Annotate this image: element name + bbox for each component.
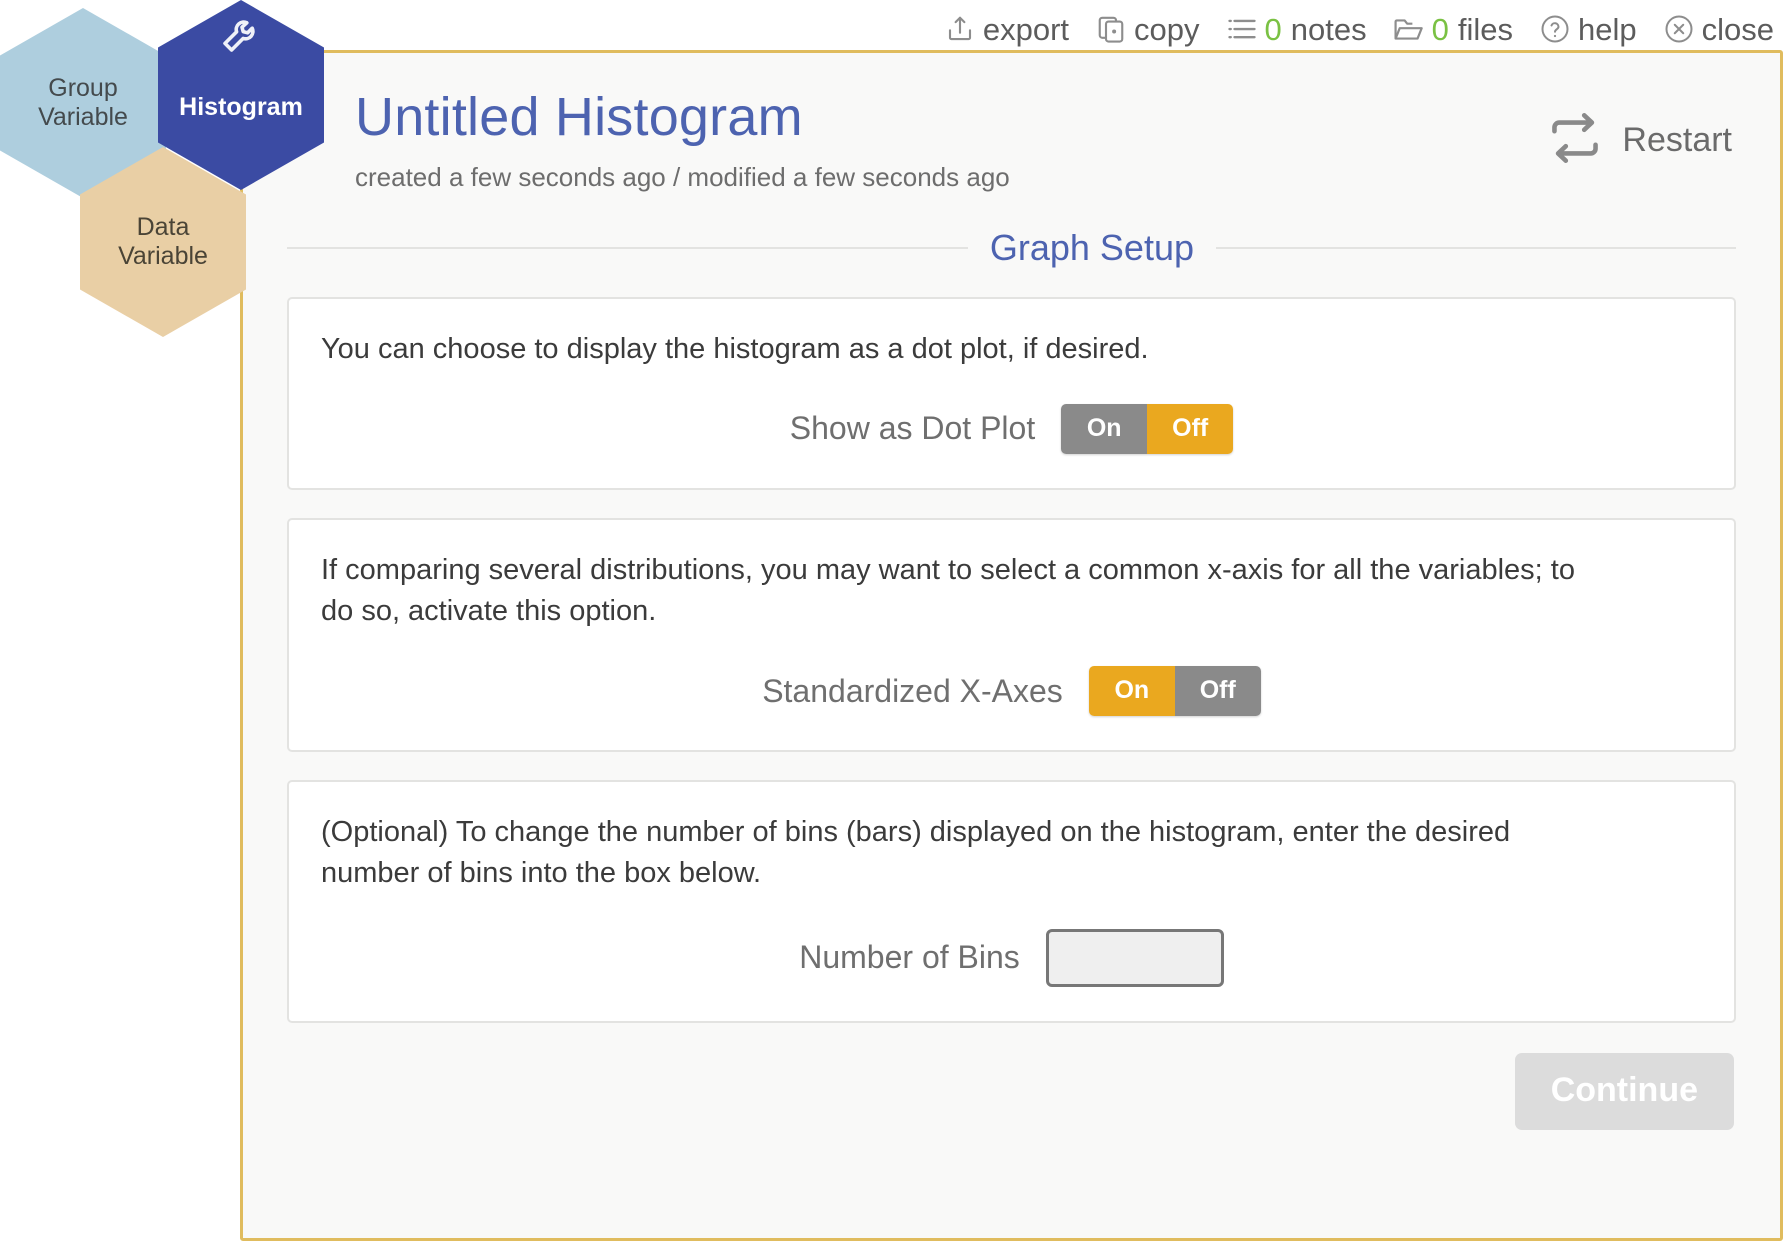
standardized-x-axes-toggle[interactable]: On Off [1088,666,1261,717]
section-rule-right [1216,246,1736,249]
notes-label: notes [1290,11,1367,47]
wrench-icon [217,10,265,58]
card-standardized-x-axes-text: If comparing several distributions, you … [321,553,1575,628]
help-label: help [1578,11,1637,47]
hex-data-variable-label-line1: Data [136,212,190,241]
standardized-x-axes-toggle-on[interactable]: On [1088,666,1175,717]
section-title: Graph Setup [989,226,1194,268]
standardized-x-axes-field-row: Standardized X-Axes On Off [321,666,1702,717]
card-dot-plot-text: You can choose to display the histogram … [321,332,1149,365]
footer-actions: Continue [243,1052,1734,1130]
help-button[interactable]: help [1539,13,1637,45]
export-icon [944,13,976,45]
hex-group-variable-label-line2: Variable [38,103,128,131]
dot-plot-toggle-off[interactable]: Off [1147,403,1234,454]
restart-button[interactable]: Restart [1546,109,1732,172]
restart-icon [1546,109,1604,172]
dot-plot-toggle-on[interactable]: On [1061,403,1148,454]
hex-data-variable-label-line2: Variable [118,242,208,270]
section-rule-left [287,246,968,249]
continue-button[interactable]: Continue [1514,1052,1734,1130]
files-button[interactable]: 0 files [1393,13,1513,45]
copy-button[interactable]: copy [1095,11,1200,47]
help-icon [1539,13,1571,45]
hex-group-variable-label-line1: Group [48,73,118,102]
page-title[interactable]: Untitled Histogram [355,89,803,146]
standardized-x-axes-toggle-off[interactable]: Off [1174,666,1261,717]
notes-count: 0 [1264,11,1282,47]
files-count: 0 [1431,11,1449,47]
files-label: files [1457,11,1514,47]
number-of-bins-label: Number of Bins [799,939,1020,976]
card-standardized-x-axes: If comparing several distributions, you … [287,517,1736,753]
copy-icon [1095,13,1127,45]
hexagon-navigation: Group Variable Data Variable Histogram [0,0,330,337]
files-icon [1393,13,1425,45]
standardized-x-axes-label: Standardized X-Axes [762,672,1063,709]
notes-icon [1226,13,1258,45]
notes-button[interactable]: 0 notes [1226,13,1367,45]
number-of-bins-field-row: Number of Bins [321,928,1702,987]
main-panel: Untitled Histogram created a few seconds… [240,50,1783,1241]
card-number-of-bins: (Optional) To change the number of bins … [287,780,1736,1023]
dot-plot-field-row: Show as Dot Plot On Off [321,403,1702,454]
export-button[interactable]: export [944,13,1069,45]
card-number-of-bins-text: (Optional) To change the number of bins … [321,816,1511,890]
copy-label: copy [1134,11,1200,47]
card-dot-plot: You can choose to display the histogram … [287,296,1736,490]
app-root: export copy 0 notes 0 files help close G… [0,0,1792,1244]
dot-plot-toggle[interactable]: On Off [1061,403,1234,454]
graph-setup-section-header: Graph Setup [287,227,1736,269]
close-icon [1663,13,1695,45]
hex-histogram-label: Histogram [179,93,303,122]
restart-label: Restart [1622,121,1732,159]
close-label: close [1701,11,1774,47]
export-label: export [982,11,1070,47]
panel-header: Untitled Histogram created a few seconds… [243,53,1780,193]
number-of-bins-input[interactable] [1045,928,1224,987]
close-button[interactable]: close [1663,13,1774,45]
dot-plot-label: Show as Dot Plot [789,410,1036,447]
